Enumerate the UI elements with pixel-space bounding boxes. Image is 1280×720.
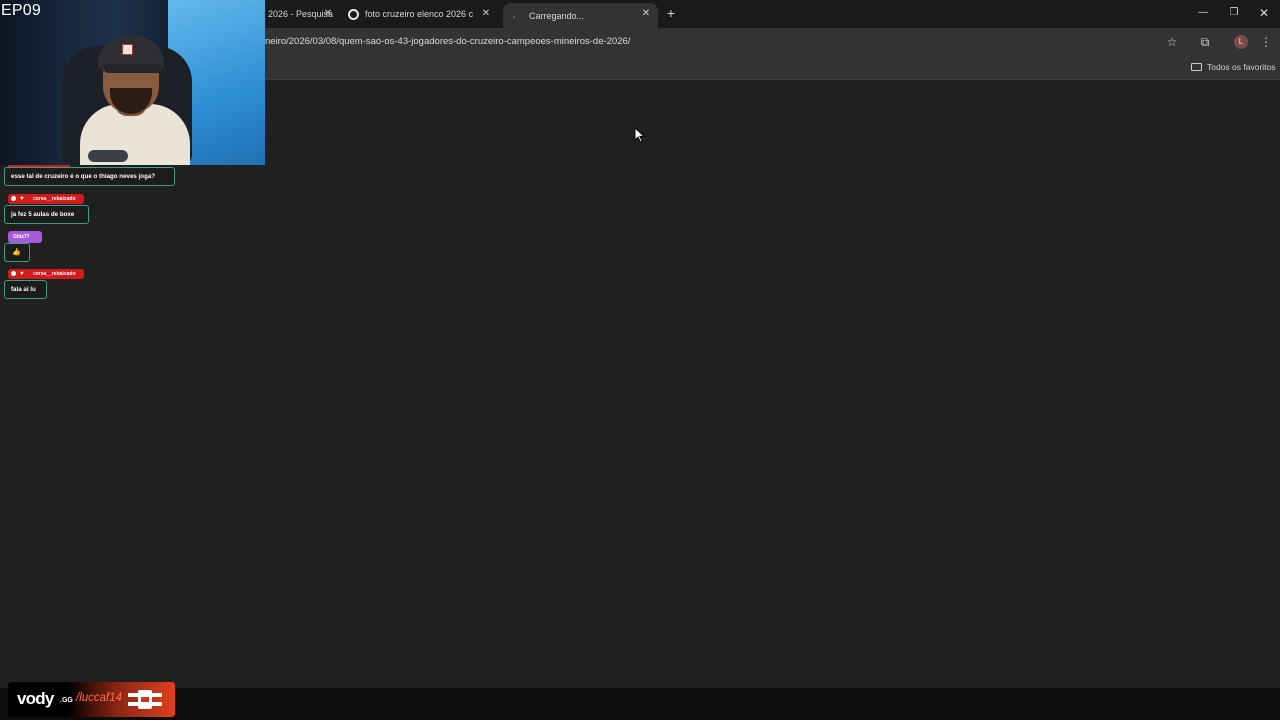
close-icon[interactable]: ✕: [640, 8, 652, 20]
folder-icon: [1191, 63, 1202, 71]
page-content[interactable]: [0, 81, 1280, 688]
chat-username-tag: Glitz77: [8, 231, 42, 243]
user-badge-icon: [11, 196, 16, 201]
profile-avatar[interactable]: L: [1234, 35, 1248, 49]
vody-logo-icon: [128, 690, 162, 709]
webcam-cap-brim: [104, 64, 162, 73]
vody-banner: vody .GG /luccaf14: [8, 682, 175, 717]
loading-spinner-icon: ⸳: [513, 10, 516, 21]
window-close-icon[interactable]: ✕: [1258, 7, 1270, 19]
screen: 2026 - Pesquisa ✕ foto cruzeiro elenco 2…: [0, 0, 1280, 720]
bookmarks-folder-label: Todos os favoritos: [1207, 62, 1276, 72]
close-icon[interactable]: ✕: [322, 8, 334, 20]
kebab-icon[interactable]: ⋮: [1258, 34, 1274, 50]
chat-username-tag: ♥ corsa__rebaixado: [8, 269, 84, 279]
address-bar[interactable]: neiro/2026/03/08/quem-sao-os-43-jogadore…: [265, 36, 630, 47]
chat-message: 👍: [4, 243, 30, 262]
chat-message: esse tal de cruzeiro é o que o thiago ne…: [4, 167, 175, 186]
chat-message: ja fez 5 aulas de boxe: [4, 205, 89, 224]
all-bookmarks-button[interactable]: Todos os favoritos: [1191, 62, 1276, 72]
google-icon: [348, 8, 359, 20]
chat-username: Glitz77: [13, 234, 30, 240]
chat-username-tag: ♥ corsa__rebaixado: [8, 194, 84, 204]
vody-brand: vody: [17, 689, 54, 708]
chat-message: fala ai lu: [4, 280, 47, 299]
tab-pesquisa[interactable]: 2026 - Pesquisa ✕: [262, 3, 340, 25]
webcam-chair-arm: [88, 150, 128, 162]
vody-brand-suffix: .GG: [60, 697, 73, 704]
chat-username: corsa__rebaixado: [33, 196, 76, 202]
restore-icon[interactable]: ❐: [1228, 7, 1240, 19]
heart-icon: ♥: [20, 196, 24, 202]
tab-title: foto cruzeiro elenco 2026 campeão: [365, 9, 473, 19]
chat-username: corsa__rebaixado: [33, 271, 76, 277]
tab-foto-cruzeiro[interactable]: foto cruzeiro elenco 2026 campeão ✕: [342, 3, 498, 25]
puzzle-icon[interactable]: ⧉: [1197, 34, 1213, 50]
tab-carregando[interactable]: ⸳ Carregando... ✕: [503, 3, 658, 28]
streamer-handle: /luccaf14: [76, 692, 123, 704]
user-badge-icon: [11, 271, 16, 276]
close-icon[interactable]: ✕: [480, 8, 492, 20]
new-tab-button[interactable]: +: [664, 6, 678, 20]
bottom-bar: [0, 688, 1280, 720]
episode-label: EP09: [1, 2, 41, 19]
minimize-icon[interactable]: —: [1197, 7, 1209, 19]
webcam-overlay: EP09: [0, 0, 265, 165]
cap-logo-icon: [122, 44, 133, 55]
tab-title: Carregando...: [529, 10, 585, 21]
heart-icon: ♥: [20, 271, 24, 277]
mouse-cursor-icon: [634, 127, 646, 143]
star-icon[interactable]: ☆: [1164, 34, 1180, 50]
